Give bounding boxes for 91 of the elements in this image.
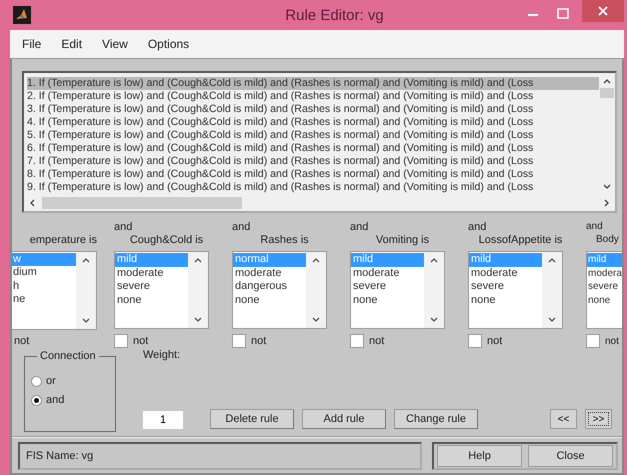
term-option[interactable]: moderate [233,266,306,280]
term-option[interactable]: none [351,294,424,307]
term-listbox[interactable]: mild modera severe none [586,251,622,329]
scroll-up-icon[interactable] [81,256,91,264]
rule-item[interactable]: 1. If (Temperature is low) and (Cough&Cold is mild) and (Rashes is normal) and (Vomiting is mild) and (Loss [27,77,599,90]
scroll-up-icon[interactable] [311,256,321,264]
group-title: Connection [37,350,99,362]
scrollbar-thumb[interactable] [42,197,242,209]
term-option[interactable]: severe [587,280,622,294]
rule-item[interactable]: 3. If (Temperature is low) and (Cough&Cold is mild) and (Rashes is normal) and (Vomiting is mild) and (Loss [27,103,599,116]
status-text: FIS Name: vg [18,442,422,470]
term-listbox[interactable]: mild moderate severe none [114,251,209,329]
term-option[interactable]: dium [12,266,76,280]
radio-button[interactable] [31,394,42,406]
not-checkbox[interactable] [350,334,364,348]
term-option[interactable]: dangerous [233,280,306,294]
radio-label: or [46,375,56,387]
scroll-down-icon[interactable] [602,183,612,191]
term-listbox[interactable]: normal moderate dangerous none [232,251,327,329]
scroll-down-icon[interactable] [311,316,321,324]
scroll-down-icon[interactable] [193,316,203,324]
not-label: not [487,335,502,347]
term-option[interactable]: none [469,294,542,307]
variable-label: Cough&Cold is [128,233,204,247]
not-checkbox[interactable] [468,334,482,348]
variable-label: Vomiting is [374,233,430,247]
term-listbox[interactable]: mild moderate severe none [468,251,563,329]
weight-label: Weight: [143,349,182,361]
scroll-down-icon[interactable] [81,316,91,325]
scrollbar-thumb[interactable] [600,88,614,98]
rule-item[interactable]: 4. If (Temperature is low) and (Cough&Cold is mild) and (Rashes is normal) and (Vomiting is mild) and (Loss [27,116,599,129]
term-option[interactable]: h [12,280,76,294]
scroll-down-icon[interactable] [429,316,439,324]
nav-button[interactable]: >> [585,409,612,429]
connective-label: and [232,221,252,233]
not-checkbox[interactable] [232,334,246,348]
rule-button[interactable]: Change rule [394,409,478,429]
not-checkbox[interactable] [586,334,600,348]
footer-button[interactable]: Help [437,445,522,467]
not-label: not [251,335,266,347]
rule-button[interactable]: Add rule [302,409,386,429]
radio-button[interactable] [31,376,42,386]
rule-item[interactable]: 9. If (Temperature is low) and (Cough&Cold is mild) and (Rashes is normal) and (Vomiting is mild) and (Loss [27,181,599,194]
close-icon[interactable] [582,0,624,22]
term-option[interactable]: none [115,294,188,307]
connective-label: and [114,221,134,233]
scroll-up-icon[interactable] [193,256,203,264]
nav-button[interactable]: << [550,409,577,429]
rule-item[interactable]: 2. If (Temperature is low) and (Cough&Cold is mild) and (Rashes is normal) and (Vomiting is mild) and (Loss [27,90,599,103]
term-option[interactable]: moderate [115,266,188,280]
variable-label: emperature is [28,232,97,247]
not-label: not [133,335,148,347]
scroll-up-icon[interactable] [429,256,439,264]
term-option[interactable]: ne [12,293,76,307]
connective-label: and [350,221,370,233]
menu-item[interactable]: Edit [51,37,92,51]
rule-item[interactable]: 5. If (Temperature is low) and (Cough&Cold is mild) and (Rashes is normal) and (Vomiting is mild) and (Loss [27,129,599,142]
term-option[interactable]: severe [351,280,424,294]
scroll-up-icon[interactable] [602,77,612,85]
term-option[interactable]: severe [115,280,188,294]
term-listbox[interactable]: w dium h ne [12,250,97,330]
rule-item[interactable]: 6. If (Temperature is low) and (Cough&Cold is mild) and (Rashes is normal) and (Vomiting is mild) and (Loss [27,142,599,155]
term-option[interactable]: modera [587,266,622,280]
not-label: not [14,335,30,348]
radio-label: and [46,394,64,406]
term-option[interactable]: none [233,294,306,307]
rule-item[interactable]: 7. If (Temperature is low) and (Cough&Cold is mild) and (Rashes is normal) and (Vomiting is mild) and (Loss [27,155,599,168]
app-icon [13,6,31,24]
scroll-up-icon[interactable] [547,256,557,264]
variable-label: Body [595,233,620,247]
window-title: Rule Editor: vg [284,6,385,24]
variable-label: Rashes is [259,233,310,247]
footer-button[interactable]: Close [528,445,613,467]
weight-field[interactable]: 1 [143,411,183,429]
not-checkbox[interactable] [114,334,128,348]
term-option[interactable]: moderate [469,266,542,280]
term-option[interactable]: none [587,294,622,307]
connective-label: and [586,221,604,233]
term-option[interactable]: moderate [351,266,424,280]
rule-item[interactable]: 8. If (Temperature is low) and (Cough&Cold is mild) and (Rashes is normal) and (Vomiting is mild) and (Loss [27,168,599,181]
variable-label: LossofAppetite is [478,233,563,247]
not-label: not [605,336,619,346]
term-listbox[interactable]: mild moderate severe none [350,251,445,329]
menu-item[interactable]: Options [138,37,200,51]
rule-button[interactable]: Delete rule [210,409,294,429]
term-option[interactable]: severe [469,280,542,294]
not-label: not [369,335,384,347]
scroll-down-icon[interactable] [547,316,557,324]
menu-item[interactable]: File [12,37,52,51]
menu-item[interactable]: View [92,37,138,51]
connective-label: and [468,221,488,233]
